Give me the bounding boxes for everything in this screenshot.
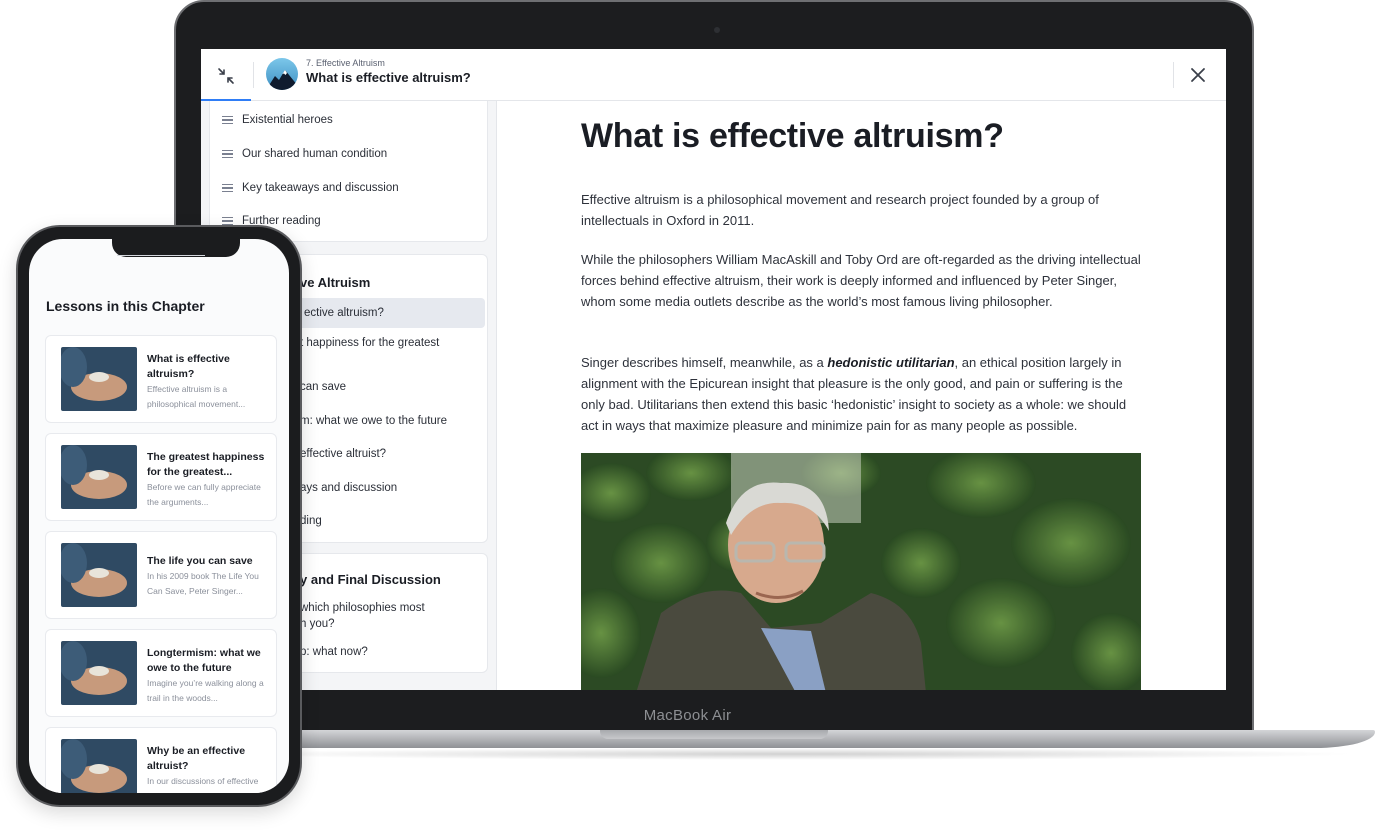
lesson-card-snippet: Imagine you’re walking along a trail in … bbox=[147, 678, 264, 703]
sidebar-item[interactable]: Existential heroes bbox=[222, 114, 333, 126]
sidebar-item[interactable]: Our shared human condition bbox=[222, 148, 387, 160]
lesson-card-snippet: Effective altruism is a philosophical mo… bbox=[147, 384, 246, 409]
sidebar-item[interactable]: m: what we owe to the future bbox=[300, 413, 447, 429]
lessons-heading: Lessons in this Chapter bbox=[46, 298, 205, 314]
chapter-title: y and Final Discussion bbox=[300, 572, 441, 587]
lesson-card-snippet: Before we can fully appreciate the argum… bbox=[147, 482, 261, 507]
emphasis-term: hedonistic utilitarian bbox=[827, 355, 955, 370]
sidebar-item[interactable]: h you? bbox=[300, 616, 335, 632]
lesson-card[interactable]: The life you can save In his 2009 book T… bbox=[45, 531, 277, 619]
sidebar-item[interactable]: ays and discussion bbox=[300, 480, 397, 496]
list-icon bbox=[222, 149, 233, 159]
collapse-arrows-icon[interactable] bbox=[215, 65, 237, 87]
phone-screen: Lessons in this Chapter What is effectiv… bbox=[29, 239, 289, 793]
chapter-title: ve Altruism bbox=[300, 275, 371, 290]
device-mockup-stage: MacBook Air 7. Effective Altruism What i… bbox=[0, 0, 1375, 831]
list-icon bbox=[222, 183, 233, 193]
laptop-notch bbox=[600, 730, 828, 739]
lesson-card-title: The life you can save bbox=[147, 555, 253, 567]
article-photo bbox=[581, 453, 1141, 690]
article-title: What is effective altruism? bbox=[581, 117, 1004, 155]
previous-chapter-card: Existential heroes Our shared human cond… bbox=[209, 101, 488, 242]
sidebar-item[interactable]: effective altruist? bbox=[300, 446, 386, 462]
sidebar-item-label: Our shared human condition bbox=[242, 148, 388, 160]
lesson-thumbnail bbox=[61, 739, 137, 793]
lesson-card-title: Longtermism: what we owe to the future bbox=[147, 647, 261, 674]
sheet-grabber bbox=[117, 255, 205, 256]
sidebar-item-label: Key takeaways and discussion bbox=[242, 182, 399, 194]
lesson-content: What is effective altruism? Effective al… bbox=[497, 101, 1226, 690]
chapter-label: 7. Effective Altruism bbox=[306, 58, 385, 68]
divider bbox=[253, 62, 254, 88]
lesson-topbar: 7. Effective Altruism What is effective … bbox=[201, 49, 1226, 101]
sidebar-item[interactable]: ding bbox=[300, 513, 322, 529]
article-paragraph: While the philosophers William MacAskill… bbox=[581, 252, 1141, 309]
lesson-thumbnail bbox=[61, 641, 137, 705]
article-paragraph: Singer describes himself, meanwhile, as … bbox=[581, 355, 828, 370]
lesson-thumbnail bbox=[61, 543, 137, 607]
lesson-thumbnail bbox=[61, 445, 137, 509]
lesson-card[interactable]: Why be an effective altruist? In our dis… bbox=[45, 727, 277, 793]
lesson-card-title: Why be an effective altruist? bbox=[147, 745, 246, 772]
sidebar-item[interactable]: which philosophies most bbox=[300, 600, 425, 616]
sidebar-item[interactable]: t happiness for the greatest bbox=[300, 335, 439, 351]
lesson-title: What is effective altruism? bbox=[306, 70, 471, 85]
article-paragraph: Effective altruism is a philosophical mo… bbox=[581, 192, 1099, 228]
sidebar-item[interactable]: Key takeaways and discussion bbox=[222, 182, 399, 194]
lesson-card[interactable]: The greatest happiness for the greatest.… bbox=[45, 433, 277, 521]
sidebar-item-label: Existential heroes bbox=[242, 114, 333, 126]
phone-device: Lessons in this Chapter What is effectiv… bbox=[16, 225, 302, 807]
camera bbox=[714, 27, 720, 33]
lesson-card-title: What is effective altruism? bbox=[147, 353, 230, 380]
mountain-logo-icon bbox=[266, 58, 298, 90]
lesson-card-snippet: In his 2009 book The Life You Can Save, … bbox=[147, 571, 259, 596]
lesson-card-snippet: In our discussions of effective altruism… bbox=[147, 776, 259, 793]
lesson-card[interactable]: What is effective altruism? Effective al… bbox=[45, 335, 277, 423]
sidebar-item[interactable]: p: what now? bbox=[300, 644, 368, 660]
sidebar-item[interactable]: can save bbox=[300, 379, 346, 395]
lesson-card-title: The greatest happiness for the greatest.… bbox=[147, 451, 265, 478]
lesson-card[interactable]: Longtermism: what we owe to the future I… bbox=[45, 629, 277, 717]
divider bbox=[1173, 62, 1174, 88]
lesson-thumbnail bbox=[61, 347, 137, 411]
article-paragraph: Singer describes himself, meanwhile, as … bbox=[581, 352, 1143, 436]
close-icon[interactable] bbox=[1189, 66, 1207, 84]
list-icon bbox=[222, 115, 233, 125]
laptop-screen: 7. Effective Altruism What is effective … bbox=[201, 49, 1226, 690]
laptop-shadow bbox=[220, 748, 1360, 760]
